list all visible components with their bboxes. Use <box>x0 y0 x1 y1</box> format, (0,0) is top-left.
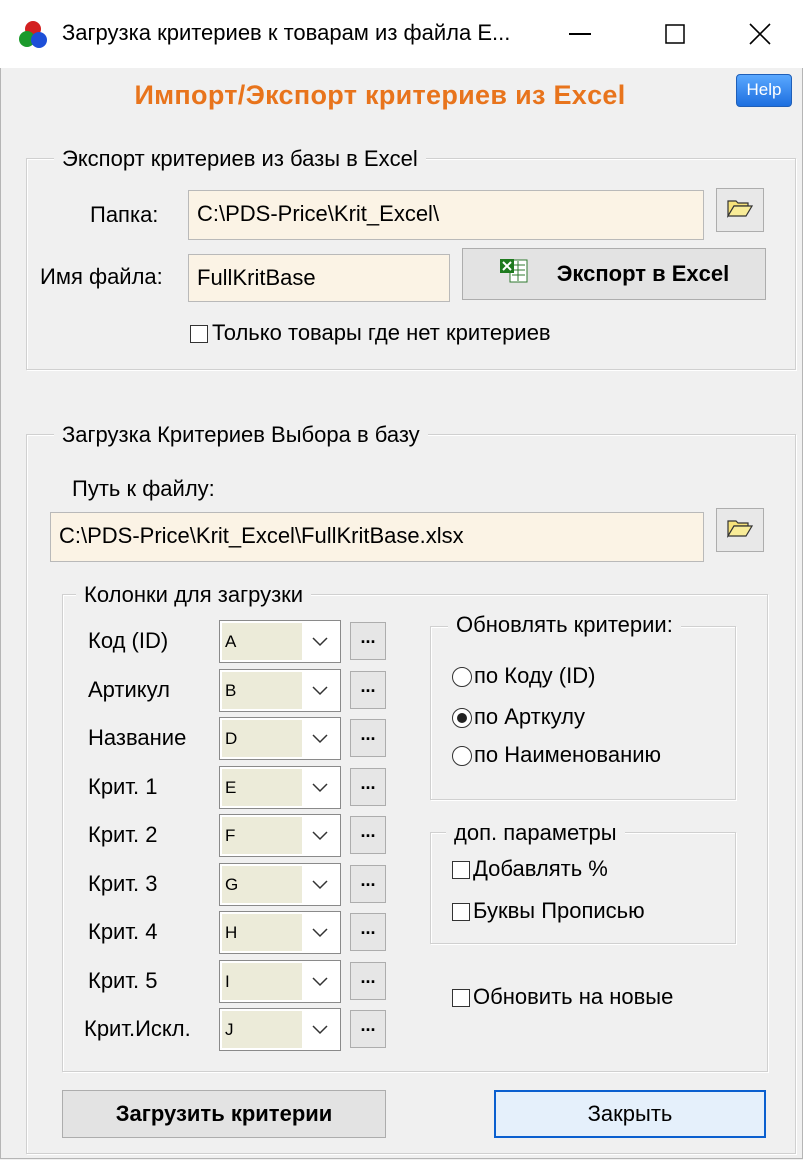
radio-by-name[interactable]: по Наименованию <box>452 742 661 768</box>
extra-params-legend: доп. параметры <box>446 820 625 846</box>
only-no-criteria-label: Только товары где нет критериев <box>212 320 551 345</box>
column-browse-button[interactable]: ... <box>350 1010 386 1048</box>
app-icon <box>18 20 48 50</box>
column-select[interactable]: I <box>219 960 341 1003</box>
chevron-down-icon[interactable] <box>308 922 332 942</box>
add-percent-checkbox[interactable]: Добавлять % <box>452 856 608 882</box>
add-percent-box[interactable] <box>452 861 470 880</box>
only-no-criteria-checkbox[interactable]: Только товары где нет критериев <box>190 320 551 346</box>
chevron-down-icon[interactable] <box>308 1019 332 1039</box>
column-label: Артикул <box>88 677 171 702</box>
column-select[interactable]: E <box>219 766 341 809</box>
folder-input[interactable]: C:\PDS-Price\Krit_Excel\ <box>188 190 704 240</box>
radio-by-article-circle[interactable] <box>452 708 472 729</box>
column-browse-button[interactable]: ... <box>350 816 386 854</box>
load-criteria-button[interactable]: Загрузить критерии <box>62 1090 386 1138</box>
column-select[interactable]: D <box>219 717 341 760</box>
column-select[interactable]: A <box>219 620 341 663</box>
window-title: Загрузка критериев к товарам из файла E.… <box>62 20 511 45</box>
extra-params-group <box>430 832 736 944</box>
columns-group-legend: Колонки для загрузки <box>76 582 312 608</box>
column-select[interactable]: B <box>219 669 341 712</box>
radio-by-id-circle[interactable] <box>452 667 472 688</box>
column-label: Крит. 5 <box>88 968 158 993</box>
filename-label: Имя файла: <box>40 264 163 289</box>
help-button[interactable]: Help <box>736 74 792 107</box>
radio-by-article[interactable]: по Арткулу <box>452 704 585 730</box>
close-button[interactable]: Закрыть <box>494 1090 766 1138</box>
chevron-down-icon[interactable] <box>308 825 332 845</box>
folder-open-icon <box>726 518 754 543</box>
column-label: Крит. 2 <box>88 822 158 847</box>
column-select[interactable]: J <box>219 1008 341 1051</box>
update-new-label: Обновить на новые <box>473 984 674 1009</box>
column-select-value: E <box>222 769 302 806</box>
column-browse-button[interactable]: ... <box>350 962 386 1000</box>
update-new-box[interactable] <box>452 989 470 1008</box>
column-select-value: I <box>222 963 302 1000</box>
column-label: Название <box>88 725 187 750</box>
chevron-down-icon[interactable] <box>308 874 332 894</box>
column-select-value: D <box>222 720 302 757</box>
column-label: Крит. 4 <box>88 919 158 944</box>
browse-file-button[interactable] <box>716 508 764 552</box>
filename-input[interactable]: FullKritBase <box>188 254 450 302</box>
path-input[interactable]: C:\PDS-Price\Krit_Excel\FullKritBase.xls… <box>50 512 704 562</box>
radio-by-name-label: по Наименованию <box>474 742 662 767</box>
column-select-value: G <box>222 866 302 903</box>
page-title: Импорт/Экспорт критериев из Excel <box>134 80 626 110</box>
chevron-down-icon[interactable] <box>308 971 332 991</box>
column-browse-button[interactable]: ... <box>350 622 386 660</box>
radio-by-article-label: по Арткулу <box>474 704 585 729</box>
column-browse-button[interactable]: ... <box>350 719 386 757</box>
column-browse-button[interactable]: ... <box>350 768 386 806</box>
update-new-checkbox[interactable]: Обновить на новые <box>452 984 673 1010</box>
column-select[interactable]: F <box>219 814 341 857</box>
column-select-value: H <box>222 914 302 951</box>
column-label: Крит. 3 <box>88 871 158 896</box>
export-excel-label: Экспорт в Excel <box>556 261 730 286</box>
column-select[interactable]: H <box>219 911 341 954</box>
column-browse-button[interactable]: ... <box>350 671 386 709</box>
column-browse-button[interactable]: ... <box>350 865 386 903</box>
maximize-button[interactable] <box>627 0 722 68</box>
chevron-down-icon[interactable] <box>308 631 332 651</box>
folder-open-icon <box>726 198 754 223</box>
radio-by-name-circle[interactable] <box>452 746 472 767</box>
chevron-down-icon[interactable] <box>308 680 332 700</box>
path-label: Путь к файлу: <box>72 476 215 501</box>
import-group-legend: Загрузка Критериев Выбора в базу <box>54 422 428 448</box>
close-window-button[interactable] <box>716 0 803 68</box>
minimize-button[interactable] <box>532 0 627 68</box>
radio-by-id[interactable]: по Коду (ID) <box>452 663 595 689</box>
column-browse-button[interactable]: ... <box>350 913 386 951</box>
column-label: Код (ID) <box>88 628 169 653</box>
uppercase-box[interactable] <box>452 903 470 922</box>
uppercase-checkbox[interactable]: Буквы Прописью <box>452 898 645 924</box>
export-group-legend: Экспорт критериев из базы в Excel <box>54 146 426 172</box>
folder-label: Папка: <box>90 202 159 227</box>
chevron-down-icon[interactable] <box>308 728 332 748</box>
column-select-value: F <box>222 817 302 854</box>
column-select-value: A <box>222 623 302 660</box>
excel-icon <box>499 257 529 291</box>
column-select-value: B <box>222 672 302 709</box>
export-excel-button[interactable]: Экспорт в Excel <box>462 248 766 300</box>
column-label: Крит.Искл. <box>84 1016 191 1041</box>
column-select-value: J <box>222 1011 302 1048</box>
uppercase-label: Буквы Прописью <box>473 898 645 923</box>
column-select[interactable]: G <box>219 863 341 906</box>
update-group-legend: Обновлять критерии: <box>448 612 681 638</box>
add-percent-label: Добавлять % <box>473 856 608 881</box>
browse-folder-button[interactable] <box>716 188 764 232</box>
column-label: Крит. 1 <box>88 774 158 799</box>
radio-by-id-label: по Коду (ID) <box>474 663 596 688</box>
only-no-criteria-box[interactable] <box>190 325 208 344</box>
chevron-down-icon[interactable] <box>308 777 332 797</box>
